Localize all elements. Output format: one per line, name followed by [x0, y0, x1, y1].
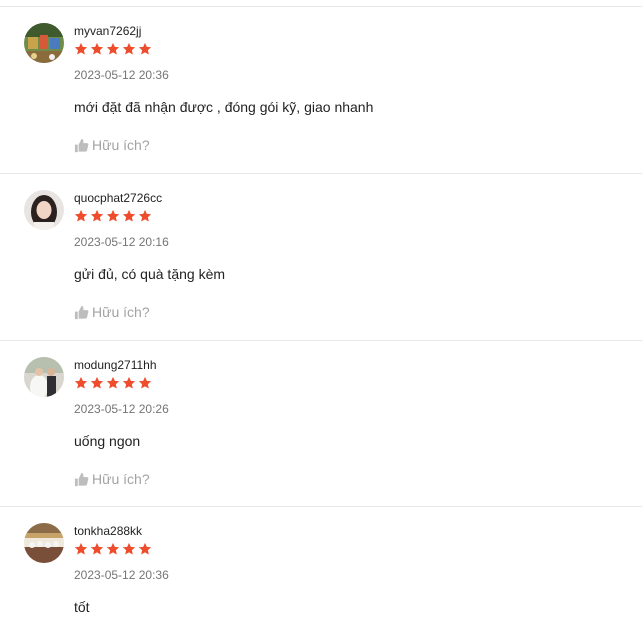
review-comment: gửi đủ, có quà tặng kèm: [74, 266, 226, 282]
star-icon: [138, 42, 152, 55]
username[interactable]: myvan7262jj: [74, 24, 141, 38]
star-rating: [74, 42, 152, 58]
star-icon: [106, 376, 120, 389]
star-icon: [90, 542, 104, 555]
star-icon: [74, 209, 88, 222]
star-icon: [90, 209, 104, 222]
avatar[interactable]: [24, 190, 64, 230]
star-rating: [74, 376, 152, 392]
username[interactable]: tonkha288kk: [74, 524, 142, 538]
username[interactable]: quocphat2726cc: [74, 191, 162, 205]
star-icon: [90, 376, 104, 389]
star-icon: [74, 376, 88, 389]
star-icon: [74, 42, 88, 55]
review-item: tonkha288kk 2023-05-12 20:36 tốt: [0, 506, 642, 642]
star-icon: [106, 542, 120, 555]
review-comment: uống ngon: [74, 433, 141, 449]
helpful-button[interactable]: Hữu ích?: [74, 137, 150, 153]
thumbs-up-icon: [74, 472, 89, 486]
star-icon: [106, 209, 120, 222]
thumbs-up-icon: [74, 138, 89, 152]
star-icon: [106, 42, 120, 55]
helpful-button[interactable]: Hữu ích?: [74, 471, 150, 487]
review-item: modung2711hh 2023-05-12 20:26 uống ngon …: [0, 340, 642, 507]
review-timestamp: 2023-05-12 20:36: [74, 68, 169, 82]
helpful-label: Hữu ích?: [92, 137, 150, 153]
star-icon: [122, 42, 136, 55]
helpful-button[interactable]: Hữu ích?: [74, 304, 150, 320]
star-icon: [122, 542, 136, 555]
avatar[interactable]: [24, 23, 64, 63]
review-list: myvan7262jj 2023-05-12 20:36 mới đặt đã …: [0, 0, 642, 642]
star-icon: [138, 376, 152, 389]
helpful-label: Hữu ích?: [92, 304, 150, 320]
review-timestamp: 2023-05-12 20:16: [74, 235, 169, 249]
review-timestamp: 2023-05-12 20:36: [74, 568, 169, 582]
review-item: myvan7262jj 2023-05-12 20:36 mới đặt đã …: [0, 6, 642, 173]
review-timestamp: 2023-05-12 20:26: [74, 402, 169, 416]
star-icon: [138, 209, 152, 222]
star-rating: [74, 542, 152, 558]
review-item: quocphat2726cc 2023-05-12 20:16 gửi đủ, …: [0, 173, 642, 340]
star-icon: [74, 542, 88, 555]
star-icon: [122, 209, 136, 222]
username[interactable]: modung2711hh: [74, 358, 157, 372]
avatar[interactable]: [24, 523, 64, 563]
avatar[interactable]: [24, 357, 64, 397]
star-icon: [122, 376, 136, 389]
thumbs-up-icon: [74, 305, 89, 319]
star-rating: [74, 209, 152, 225]
star-icon: [90, 42, 104, 55]
review-comment: mới đặt đã nhận được , đóng gói kỹ, giao…: [74, 99, 374, 115]
star-icon: [138, 542, 152, 555]
helpful-label: Hữu ích?: [92, 471, 150, 487]
review-comment: tốt: [74, 599, 90, 615]
